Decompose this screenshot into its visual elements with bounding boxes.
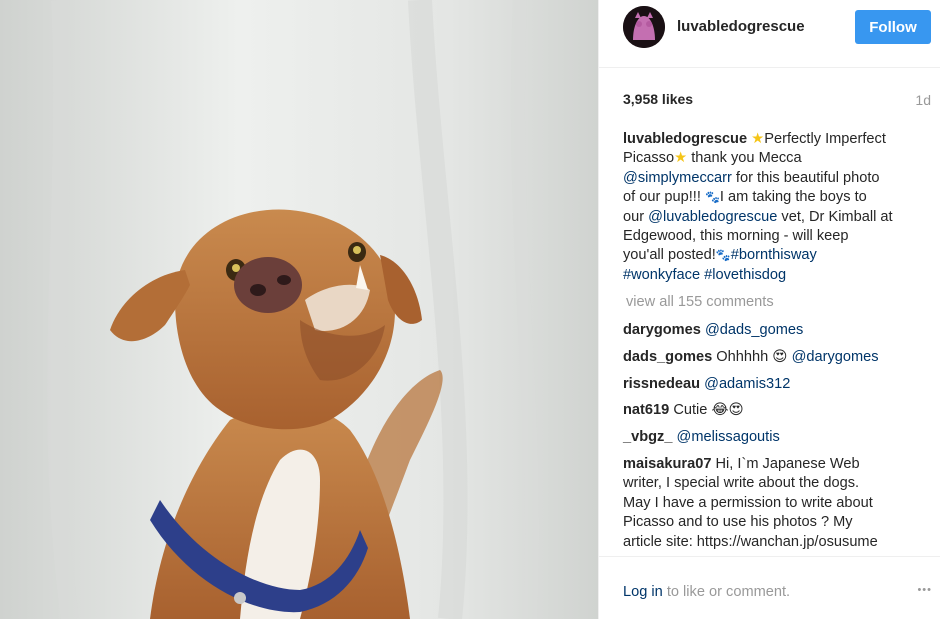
caption-line: you'all posted!🐾#bornthisway (623, 246, 923, 265)
post-time[interactable]: 1d (915, 92, 931, 108)
instagram-post: luvabledogrescue Follow 3,958 likes 1d l… (0, 0, 940, 619)
hashtag-link[interactable]: #bornthisway (731, 247, 817, 263)
post-header: luvabledogrescue Follow (599, 0, 940, 68)
comment-item: rissnedeau @adamis312 (623, 375, 923, 394)
comment-username[interactable]: darygomes (623, 322, 701, 338)
comment-username[interactable]: dads_gomes (623, 349, 712, 365)
caption-line: Edgewood, this morning - will keep (623, 228, 849, 245)
mention-link[interactable]: @dads_gomes (705, 322, 803, 338)
star-emoji-icon: ★ (751, 131, 765, 147)
comment-text: Hi, I`m Japanese Web (715, 455, 860, 472)
caption-text: vet, Dr Kimball at (777, 208, 893, 225)
dog-photo-illustration (0, 0, 598, 619)
login-link[interactable]: Log in (623, 584, 663, 600)
caption-line: luvabledogrescue ★Perfectly Imperfect (623, 130, 923, 149)
mention-link[interactable]: @simplymeccarr (623, 170, 732, 186)
caption-text: you'all posted! (623, 247, 716, 264)
comment-text: Cutie (673, 402, 712, 419)
avatar[interactable] (623, 6, 665, 48)
comment-line: May I have a permission to write about (623, 494, 873, 511)
comment-text: Ohhhhh (716, 348, 773, 365)
caption-text: of our pup!!! (623, 189, 705, 206)
comment-item: _vbgz_ @melissagoutis (623, 428, 923, 447)
caption-text: Perfectly Imperfect (764, 131, 886, 147)
comment-item: maisakura07 Hi, I`m Japanese Web writer,… (623, 455, 923, 552)
comment-line: article site: https://wanchan.jp/osusume (623, 533, 878, 550)
mention-link[interactable]: @adamis312 (704, 376, 790, 392)
caption-line: our @luvabledogrescue vet, Dr Kimball at (623, 208, 923, 227)
star-emoji-icon: ★ (674, 150, 688, 167)
comment-username[interactable]: maisakura07 (623, 456, 711, 472)
comment-username[interactable]: nat619 (623, 402, 669, 418)
more-options-icon[interactable]: ••• (917, 584, 932, 596)
caption-line: #wonkyface #lovethisdog (623, 266, 923, 285)
caption-line: @simplymeccarr for this beautiful photo (623, 169, 923, 188)
comment-item: darygomes @dads_gomes (623, 321, 923, 340)
mention-link[interactable]: @darygomes (792, 349, 879, 365)
post-photo[interactable] (0, 0, 598, 619)
comment-line: writer, I special write about the dogs. (623, 475, 860, 492)
follow-button[interactable]: Follow (855, 10, 931, 44)
comment-username[interactable]: rissnedeau (623, 376, 700, 392)
login-prompt: Log in to like or comment. (623, 584, 790, 600)
comment-item: dads_gomes Ohhhhh 😍 @darygomes (623, 348, 923, 367)
paw-emoji-icon: 🐾 (704, 190, 720, 205)
avatar-image (623, 6, 665, 48)
post-side-panel: luvabledogrescue Follow 3,958 likes 1d l… (598, 0, 940, 619)
caption-text: thank you Mecca (687, 150, 802, 167)
hashtag-link[interactable]: #lovethisdog (704, 267, 786, 283)
laughing-emoji-icon: 😂😍 (711, 402, 744, 419)
comment-item: nat619 Cutie 😂😍 (623, 401, 923, 420)
post-footer: Log in to like or comment. ••• (599, 556, 940, 619)
login-prompt-text: to like or comment. (662, 584, 791, 600)
hashtag-link[interactable]: #wonkyface (623, 267, 700, 283)
caption-text: I am taking the boys to (719, 189, 867, 206)
post-caption: luvabledogrescue ★Perfectly Imperfect Pi… (623, 130, 923, 285)
paw-emoji-icon: 🐾 (715, 248, 731, 263)
comments-list: darygomes @dads_gomes dads_gomes Ohhhhh … (623, 321, 923, 559)
caption-text: for this beautiful photo (731, 169, 880, 186)
header-username[interactable]: luvabledogrescue (677, 18, 805, 35)
caption-text: Picasso (623, 150, 675, 167)
comment-line: maisakura07 Hi, I`m Japanese Web (623, 455, 923, 474)
caption-line: Picasso★ thank you Mecca (623, 149, 923, 168)
caption-username[interactable]: luvabledogrescue (623, 131, 747, 147)
likes-count[interactable]: 3,958 likes (623, 91, 693, 107)
comment-line: Picasso and to use his photos ? My (623, 514, 853, 531)
comment-username[interactable]: _vbgz_ (623, 429, 672, 445)
heart-eyes-emoji-icon: 😍 (772, 348, 788, 365)
caption-text: our (623, 208, 649, 225)
mention-link[interactable]: @melissagoutis (677, 429, 780, 445)
view-all-comments-link[interactable]: view all 155 comments (626, 294, 774, 310)
mention-link[interactable]: @luvabledogrescue (648, 209, 777, 225)
caption-line: of our pup!!! 🐾I am taking the boys to (623, 188, 923, 207)
